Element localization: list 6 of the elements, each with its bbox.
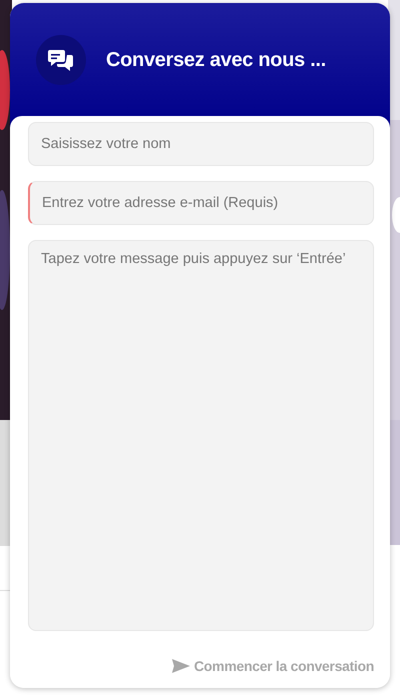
email-field[interactable]: Entrez votre adresse e-mail (Requis) xyxy=(28,181,374,225)
chat-icon xyxy=(36,35,86,85)
name-field[interactable]: Saisissez votre nom xyxy=(28,122,374,166)
chat-title: Conversez avec nous ... xyxy=(106,48,326,73)
send-icon xyxy=(172,659,190,673)
message-field[interactable]: Tapez votre message puis appuyez sur ‘Entrée’ xyxy=(28,240,374,631)
